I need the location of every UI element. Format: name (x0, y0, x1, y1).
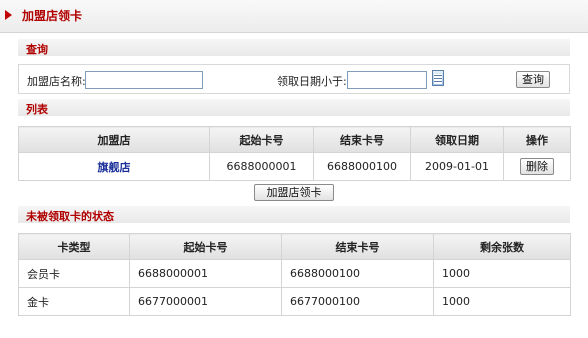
start-card-cell: 6677000001 (129, 287, 282, 316)
store-name-input[interactable] (85, 71, 203, 89)
start-card-cell: 6688000001 (209, 152, 314, 181)
column-header: 领取日期 (410, 126, 504, 153)
query-form: 加盟店名称: 领取日期小于: 查询 (18, 64, 570, 94)
column-header: 结束卡号 (313, 126, 411, 153)
card-type-cell: 会员卡 (18, 259, 130, 288)
date-label: 领取日期小于: (277, 75, 347, 88)
calendar-icon[interactable] (432, 70, 444, 86)
search-button[interactable]: 查询 (516, 71, 550, 88)
receive-date-cell: 2009-01-01 (410, 152, 504, 181)
column-header: 起始卡号 (129, 233, 282, 260)
table-row: 会员卡 6688000001 6688000100 1000 (18, 259, 571, 288)
status-section-title: 未被领取卡的状态 (26, 210, 114, 223)
unclaimed-card-status-table: 卡类型 起始卡号 结束卡号 剩余张数 会员卡 6688000001 668800… (18, 233, 571, 316)
column-header: 起始卡号 (209, 126, 314, 153)
remaining-count-cell: 1000 (433, 287, 571, 316)
card-list-table: 加盟店 起始卡号 结束卡号 领取日期 操作 旗舰店 6688000001 668… (18, 126, 571, 181)
start-card-cell: 6688000001 (129, 259, 282, 288)
query-section-bar: 查询 (18, 38, 570, 56)
end-card-cell: 6677000100 (281, 287, 434, 316)
list-section-title: 列表 (26, 103, 48, 116)
page-header: 加盟店领卡 (0, 0, 588, 33)
triangle-arrow-icon (5, 10, 12, 20)
action-cell: 删除 (503, 152, 571, 181)
column-header: 结束卡号 (281, 233, 434, 260)
table-header-row: 加盟店 起始卡号 结束卡号 领取日期 操作 (18, 126, 571, 153)
table-row: 金卡 6677000001 6677000100 1000 (18, 287, 571, 316)
store-name-label: 加盟店名称: (27, 75, 86, 88)
end-card-cell: 6688000100 (281, 259, 434, 288)
query-section-title: 查询 (26, 43, 48, 56)
date-input[interactable] (347, 71, 427, 89)
end-card-cell: 6688000100 (313, 152, 411, 181)
card-type-cell: 金卡 (18, 287, 130, 316)
column-header: 操作 (503, 126, 571, 153)
page-title: 加盟店领卡 (22, 9, 83, 23)
list-section-bar: 列表 (18, 98, 570, 116)
column-header: 卡类型 (18, 233, 130, 260)
delete-button[interactable]: 删除 (520, 158, 554, 175)
table-row: 旗舰店 6688000001 6688000100 2009-01-01 删除 (18, 152, 571, 181)
table-header-row: 卡类型 起始卡号 结束卡号 剩余张数 (18, 233, 571, 260)
status-section-bar: 未被领取卡的状态 (18, 205, 570, 223)
store-name-cell[interactable]: 旗舰店 (18, 152, 210, 181)
remaining-count-cell: 1000 (433, 259, 571, 288)
column-header: 剩余张数 (433, 233, 571, 260)
column-header: 加盟店 (18, 126, 210, 153)
store-receive-card-button[interactable]: 加盟店领卡 (254, 184, 334, 201)
